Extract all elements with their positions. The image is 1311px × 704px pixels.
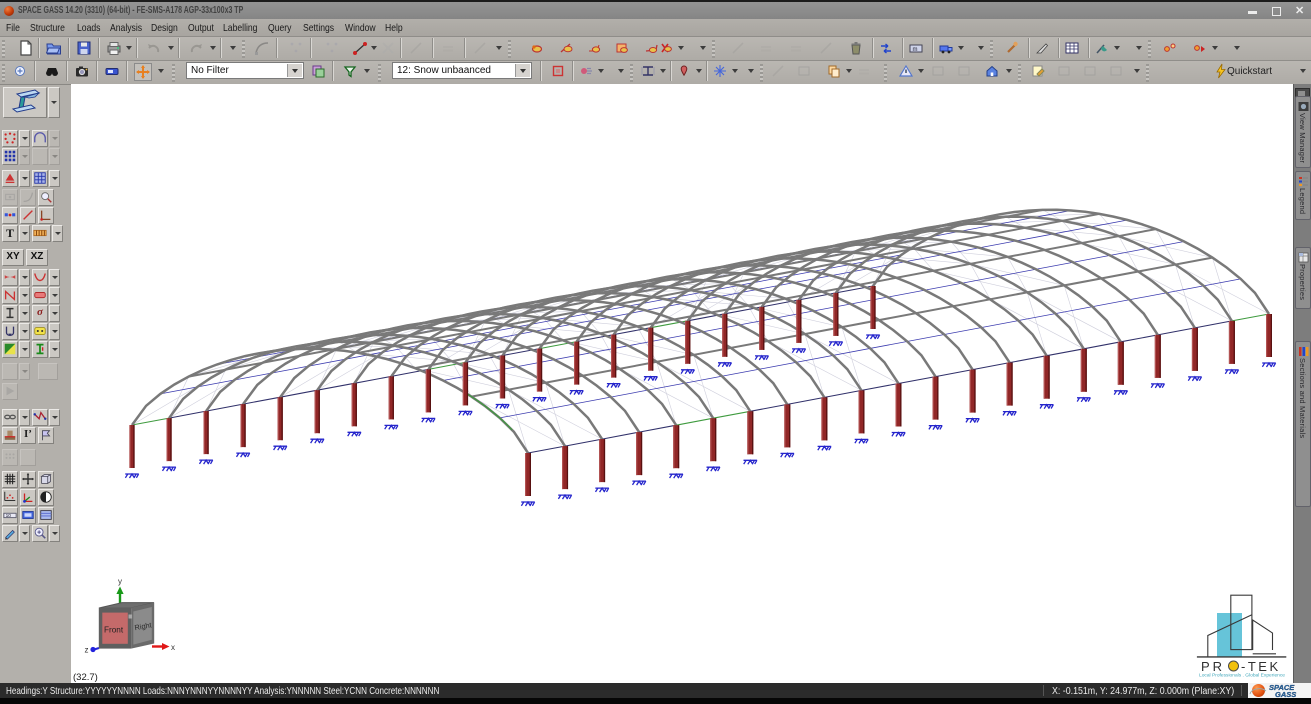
svg-text:GASS: GASS	[1275, 690, 1296, 698]
svg-text:10: 10	[6, 513, 12, 519]
svg-text:m: m	[913, 47, 918, 53]
